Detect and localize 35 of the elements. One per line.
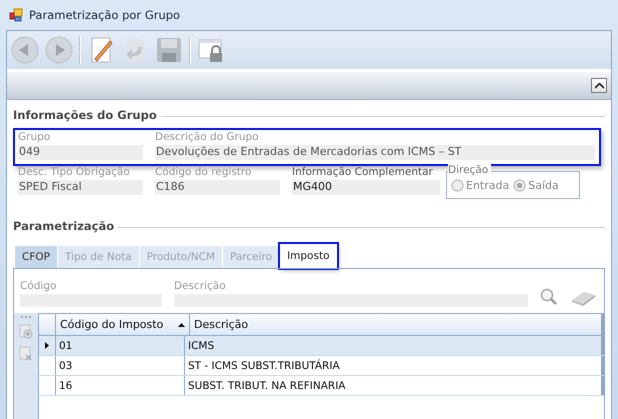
table-cell: SUBST. TRIBUT. NA REFINARIA	[185, 376, 604, 395]
column-header[interactable]: Código do Imposto	[56, 314, 190, 335]
field-label: Grupo	[18, 131, 52, 145]
group-label: Direção	[448, 164, 492, 176]
delete-row-icon[interactable]	[19, 346, 33, 362]
field-label: Descrição do Grupo	[155, 131, 260, 145]
tab[interactable]: CFOP	[15, 246, 57, 268]
current-row-icon	[45, 342, 49, 349]
table-cell: ICMS	[185, 336, 604, 355]
complement-field[interactable]: MG400	[292, 180, 440, 195]
app-icon	[9, 8, 23, 22]
field-label: Informação Complementar	[292, 166, 434, 180]
section-title: Informações do Grupo	[13, 108, 157, 122]
field-label: Descrição	[174, 280, 227, 294]
section-title: Parametrização	[13, 219, 114, 233]
chevron-up-icon	[594, 82, 604, 88]
table-cell: ST - ICMS SUBST.TRIBUTÁRIA	[185, 356, 604, 375]
radio-icon	[513, 178, 526, 192]
table-cell: 01	[56, 336, 185, 355]
window-title: Parametrização por Grupo	[29, 8, 180, 22]
search-icon[interactable]	[540, 288, 558, 306]
table-cell: 16	[56, 376, 185, 395]
field-label: Código do registro	[155, 166, 252, 180]
tab[interactable]: Imposto	[280, 244, 336, 268]
radio-icon	[451, 178, 464, 192]
table-cell: 03	[56, 356, 185, 375]
obligation-field[interactable]: SPED Fiscal	[18, 180, 143, 195]
field-label: Código	[20, 280, 58, 294]
collapse-button[interactable]	[591, 78, 607, 93]
description-field[interactable]: Devoluções de Entradas de Mercadorias com ICMS – ST	[155, 145, 595, 160]
register-code-field[interactable]: C186	[155, 180, 280, 195]
add-row-icon[interactable]	[19, 324, 33, 340]
eraser-icon[interactable]	[570, 290, 596, 306]
group-field[interactable]: 049	[18, 145, 143, 160]
field-label: Desc. Tipo Obrigação	[18, 166, 131, 180]
